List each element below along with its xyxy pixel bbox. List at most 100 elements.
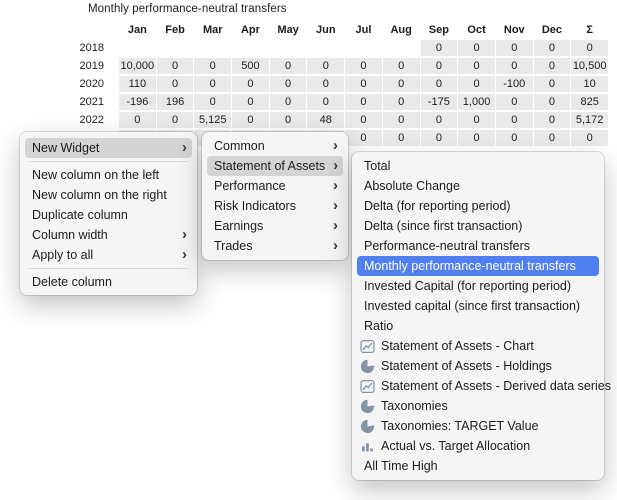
table-cell: 0 (270, 94, 307, 110)
menu-item-new-column-on-the-left[interactable]: New column on the left (20, 165, 197, 185)
menu-item-label: Delta (since first transaction) (364, 216, 594, 236)
menu-item-invested-capital-since-first-transaction[interactable]: Invested capital (since first transactio… (352, 296, 604, 316)
column-header-oct: Oct (458, 22, 495, 38)
table-cell: 0 (458, 112, 495, 128)
column-header-blank: Σ (571, 22, 608, 38)
column-header-apr: Apr (232, 22, 269, 38)
menu-item-total[interactable]: Total (352, 156, 604, 176)
menu-item-label: Earnings (214, 216, 325, 236)
column-header-nov: Nov (496, 22, 533, 38)
widget-title: Monthly performance-neutral transfers (88, 3, 287, 15)
table-cell: 0 (458, 58, 495, 74)
menu-item-performance-neutral-transfers[interactable]: Performance-neutral transfers (352, 236, 604, 256)
table-cell: 0 (496, 112, 533, 128)
table-cell: 0 (157, 76, 194, 92)
menu-item-risk-indicators[interactable]: Risk Indicators › (202, 196, 348, 216)
menu-item-taxonomies[interactable]: Taxonomies (352, 396, 604, 416)
submenu-chevron-icon: › (182, 225, 187, 245)
menu-item-label: New column on the right (32, 185, 187, 205)
menu-item-delete-column[interactable]: Delete column (20, 272, 197, 292)
menu-item-performance[interactable]: Performance › (202, 176, 348, 196)
column-header-jun: Jun (307, 22, 344, 38)
menu-item-label: Invested Capital (for reporting period) (364, 276, 594, 296)
table-cell: 0 (496, 130, 533, 146)
menu-item-common[interactable]: Common› (202, 136, 348, 156)
menu-item-taxonomies-target-value[interactable]: Taxonomies: TARGET Value (352, 416, 604, 436)
table-cell: 0 (307, 76, 344, 92)
table-cell: 0 (571, 40, 608, 56)
pie-chart-icon (360, 399, 375, 414)
menu-item-apply-to-all[interactable]: Apply to all› (20, 245, 197, 265)
submenu-chevron-icon: › (182, 138, 187, 158)
submenu-chevron-icon: › (333, 196, 338, 216)
table-cell: 0 (232, 76, 269, 92)
menu-item-statement-of-assets[interactable]: Statement of Assets› (207, 156, 343, 176)
table-cell (270, 40, 307, 56)
table-cell: 0 (458, 40, 495, 56)
submenu-chevron-icon: › (182, 245, 187, 265)
menu-item-statement-of-assets-chart[interactable]: Statement of Assets - Chart (352, 336, 604, 356)
menu-item-absolute-change[interactable]: Absolute Change (352, 176, 604, 196)
menu-item-label: Performance (214, 176, 325, 196)
monthly-transfers-table: JanFebMarAprMayJunJulAugSepOctNovDecΣ201… (4, 22, 608, 146)
table-cell: -196 (119, 94, 156, 110)
menu-item-label: Performance-neutral transfers (364, 236, 594, 256)
table-cell: 10,000 (119, 58, 156, 74)
table-cell: 0 (270, 58, 307, 74)
row-year-label: 2022 (4, 112, 118, 128)
row-year-label: 2021 (4, 94, 118, 110)
table-cell: -175 (421, 94, 458, 110)
column-header-mar: Mar (194, 22, 231, 38)
menu-item-label: Absolute Change (364, 176, 594, 196)
table-cell: 110 (119, 76, 156, 92)
menu-item-new-widget[interactable]: New Widget› (25, 138, 192, 158)
menu-item-monthly-performance-neutral-transfers[interactable]: Monthly performance-neutral transfers (357, 256, 599, 276)
table-cell: 0 (157, 112, 194, 128)
menu-item-invested-capital-for-reporting-period[interactable]: Invested Capital (for reporting period) (352, 276, 604, 296)
table-cell: 0 (496, 40, 533, 56)
table-cell: 0 (345, 130, 382, 146)
menu-item-column-width[interactable]: Column width › (20, 225, 197, 245)
table-cell: 0 (345, 76, 382, 92)
menu-item-actual-vs-target-allocation[interactable]: Actual vs. Target Allocation (352, 436, 604, 456)
menu-item-duplicate-column[interactable]: Duplicate column (20, 205, 197, 225)
menu-item-label: Actual vs. Target Allocation (381, 436, 594, 456)
table-cell: 0 (307, 58, 344, 74)
column-header-sep: Sep (421, 22, 458, 38)
menu-item-ratio[interactable]: Ratio (352, 316, 604, 336)
menu-item-delta-since-first-transaction[interactable]: Delta (since first transaction) (352, 216, 604, 236)
menu-item-label: Risk Indicators (214, 196, 325, 216)
menu-item-label: Statement of Assets - Derived data serie… (381, 376, 611, 396)
table-cell: 0 (534, 58, 571, 74)
table-cell: 1,000 (458, 94, 495, 110)
row-year-label: 2020 (4, 76, 118, 92)
submenu-chevron-icon: › (333, 176, 338, 196)
menu-item-label: Trades (214, 236, 325, 256)
menu-item-new-column-on-the-right[interactable]: New column on the right (20, 185, 197, 205)
menu-item-label: Ratio (364, 316, 594, 336)
table-cell: 0 (194, 94, 231, 110)
menu-item-label: Statement of Assets (214, 156, 325, 176)
menu-item-all-time-high[interactable]: All Time High (352, 456, 604, 476)
menu-item-label: Statement of Assets - Holdings (381, 356, 594, 376)
table-cell: 10 (571, 76, 608, 92)
table-cell: 0 (458, 76, 495, 92)
menu-item-trades[interactable]: Trades› (202, 236, 348, 256)
table-corner-cell (4, 22, 118, 38)
menu-item-earnings[interactable]: Earnings› (202, 216, 348, 236)
column-header-aug: Aug (383, 22, 420, 38)
table-cell (232, 40, 269, 56)
table-cell: 0 (534, 76, 571, 92)
menu-item-statement-of-assets-holdings[interactable]: Statement of Assets - Holdings (352, 356, 604, 376)
table-cell (194, 40, 231, 56)
menu-item-label: Common (214, 136, 325, 156)
pie-chart-icon (360, 359, 375, 374)
menu-item-label: Delta (for reporting period) (364, 196, 594, 216)
menu-item-delta-for-reporting-period[interactable]: Delta (for reporting period) (352, 196, 604, 216)
menu-item-label: Taxonomies: TARGET Value (381, 416, 594, 436)
menu-item-label: Column width (32, 225, 174, 245)
table-cell: 0 (383, 76, 420, 92)
table-cell: 0 (534, 112, 571, 128)
menu-item-statement-of-assets-derived-data-series[interactable]: Statement of Assets - Derived data serie… (352, 376, 604, 396)
column-header-jul: Jul (345, 22, 382, 38)
